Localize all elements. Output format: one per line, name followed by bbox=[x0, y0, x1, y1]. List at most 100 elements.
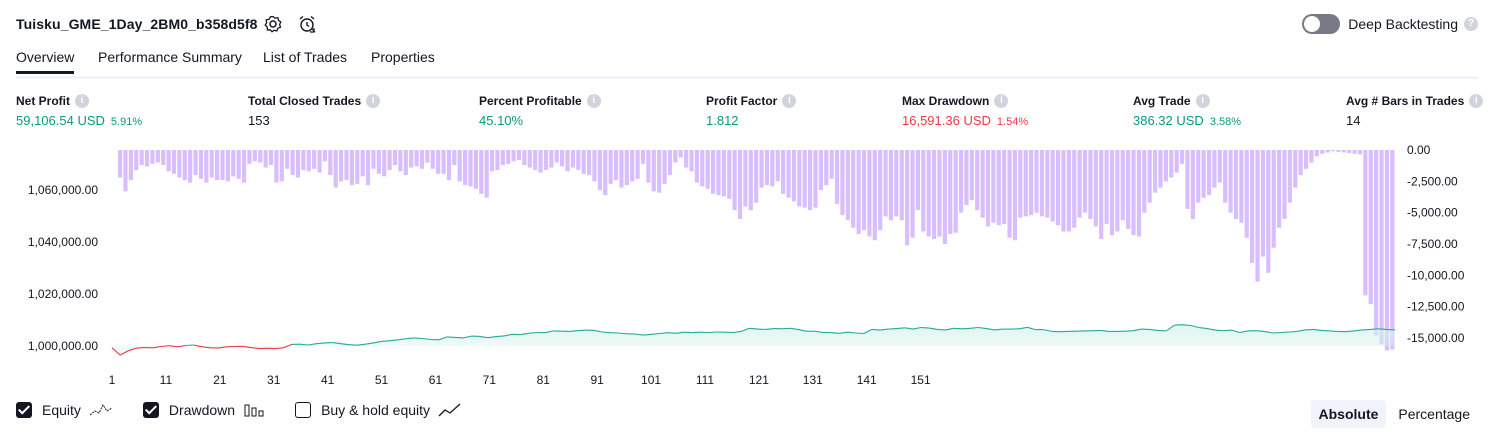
equity-line-segment bbox=[683, 331, 693, 334]
drawdown-bar bbox=[339, 150, 344, 182]
drawdown-bar bbox=[1260, 150, 1266, 257]
deep-backtesting-toggle[interactable] bbox=[1302, 14, 1341, 34]
equity-line-segment bbox=[1215, 329, 1224, 332]
info-icon[interactable]: i bbox=[782, 94, 797, 108]
drawdown-bar bbox=[258, 150, 263, 163]
drawdown-bar bbox=[926, 150, 931, 237]
drawdown-bar bbox=[1158, 150, 1163, 188]
legend-buy-hold[interactable]: Buy & hold equity bbox=[295, 402, 462, 418]
drawdown-bar bbox=[1303, 150, 1309, 169]
x-tick-label: 81 bbox=[537, 373, 551, 387]
drawdown-bar bbox=[651, 150, 656, 192]
drawdown-bar bbox=[716, 150, 721, 196]
drawdown-bar bbox=[592, 150, 597, 182]
info-icon[interactable]: i bbox=[1195, 94, 1210, 108]
drawdown-bar bbox=[678, 150, 683, 158]
drawdown-bar bbox=[306, 150, 311, 172]
metric-avg-bars-in-trades: Avg # Bars in Trades i 14 bbox=[1346, 94, 1484, 128]
drawdown-bar bbox=[1390, 150, 1395, 350]
drawdown-bar bbox=[1153, 150, 1158, 193]
tab-performance-summary[interactable]: Performance Summary bbox=[98, 49, 242, 71]
drawdown-bar bbox=[635, 150, 640, 179]
drawdown-bar bbox=[554, 150, 559, 163]
legend-drawdown[interactable]: Drawdown bbox=[142, 402, 265, 418]
drawdown-bar bbox=[1341, 150, 1346, 153]
equity-drawdown-chart[interactable]: 1,000,000.00 1,020,000.00 1,040,000.00 1,06… bbox=[0, 140, 1494, 402]
absolute-button[interactable]: Absolute bbox=[1310, 400, 1387, 428]
equity-line-segment bbox=[782, 327, 791, 330]
legend-buy-hold-label: Buy & hold equity bbox=[321, 402, 431, 418]
drawdown-bar bbox=[737, 150, 743, 219]
info-icon[interactable]: i bbox=[586, 94, 601, 108]
equity-checkbox[interactable] bbox=[16, 402, 32, 418]
drawdown-bar bbox=[953, 150, 958, 233]
drawdown-bar bbox=[975, 150, 980, 211]
metric-value: 386.32 USD 3.58% bbox=[1133, 113, 1241, 128]
y-right-tick-label: -5,000.00 bbox=[1407, 206, 1458, 220]
y-right-tick-label: 0.00 bbox=[1407, 143, 1431, 157]
metric-value-text: 16,591.36 USD bbox=[902, 113, 991, 128]
info-icon[interactable]: i bbox=[75, 94, 89, 108]
y-right-tick-label: -12,500.00 bbox=[1407, 300, 1465, 314]
alarm-clock-icon[interactable] bbox=[297, 14, 317, 34]
drawdown-bar bbox=[1109, 150, 1115, 236]
tab-properties[interactable]: Properties bbox=[371, 49, 435, 71]
metric-label: Max Drawdown i bbox=[902, 94, 1028, 108]
drawdown-bar bbox=[150, 150, 155, 164]
equity-line-segment bbox=[1329, 330, 1338, 332]
drawdown-bar bbox=[538, 150, 543, 173]
y-left-tick-label: 1,020,000.00 bbox=[28, 287, 98, 301]
legend-equity[interactable]: Equity bbox=[16, 402, 113, 418]
buy-hold-checkbox[interactable] bbox=[295, 402, 312, 418]
drawdown-bar bbox=[462, 150, 468, 186]
tab-overview[interactable]: Overview bbox=[16, 49, 75, 74]
x-tick-label: 111 bbox=[696, 373, 715, 387]
drawdown-bar bbox=[786, 150, 791, 198]
drawdown-bar bbox=[225, 150, 230, 182]
drawdown-bar bbox=[1082, 150, 1088, 213]
equity-line-segment bbox=[708, 331, 717, 334]
drawdown-bar bbox=[1088, 150, 1093, 219]
drawdown-bar bbox=[851, 150, 856, 228]
x-tick-label: 101 bbox=[641, 373, 661, 387]
drawdown-bar bbox=[285, 150, 290, 169]
info-icon[interactable]: i bbox=[994, 94, 1009, 108]
equity-line-segment bbox=[831, 332, 840, 334]
drawdown-bar bbox=[619, 150, 624, 188]
equity-line-segment bbox=[692, 331, 701, 334]
drawdown-bar bbox=[1039, 150, 1045, 217]
info-icon[interactable]: i bbox=[1469, 94, 1484, 108]
drawdown-bar bbox=[856, 150, 861, 234]
drawdown-bar bbox=[387, 150, 392, 171]
drawdown-bar bbox=[781, 150, 786, 194]
metric-value: 153 bbox=[248, 113, 380, 128]
drawdown-bar bbox=[743, 150, 748, 207]
drawdown-bar bbox=[694, 150, 699, 183]
percentage-button[interactable]: Percentage bbox=[1390, 400, 1478, 428]
drawdown-bar bbox=[802, 150, 807, 208]
drawdown-checkbox[interactable] bbox=[142, 402, 159, 418]
y-left-tick-label: 1,000,000.00 bbox=[28, 339, 98, 353]
drawdown-bar bbox=[996, 150, 1001, 226]
drawdown-bar bbox=[198, 150, 204, 179]
drawdown-bar bbox=[1320, 150, 1325, 154]
equity-line-segment bbox=[1362, 328, 1371, 331]
drawdown-bar bbox=[1217, 150, 1222, 183]
drawdown-bar bbox=[560, 150, 565, 167]
help-icon[interactable]: ? bbox=[1464, 17, 1478, 31]
drawdown-bar bbox=[500, 150, 505, 166]
metric-label: Avg Trade i bbox=[1133, 94, 1241, 108]
equity-area bbox=[112, 324, 1395, 356]
drawdown-bar bbox=[1050, 150, 1055, 222]
drawdown-bar bbox=[1379, 150, 1384, 345]
gear-icon[interactable] bbox=[263, 14, 283, 34]
drawdown-bar bbox=[603, 150, 608, 196]
drawdown-bar bbox=[969, 150, 974, 201]
info-icon[interactable]: i bbox=[366, 94, 381, 108]
drawdown-bar bbox=[915, 150, 921, 211]
drawdown-bar bbox=[1179, 150, 1185, 164]
drawdown-bar bbox=[549, 150, 554, 168]
drawdown-bar bbox=[436, 150, 441, 174]
drawdown-bar bbox=[964, 150, 969, 206]
tab-list-of-trades[interactable]: List of Trades bbox=[263, 49, 347, 71]
